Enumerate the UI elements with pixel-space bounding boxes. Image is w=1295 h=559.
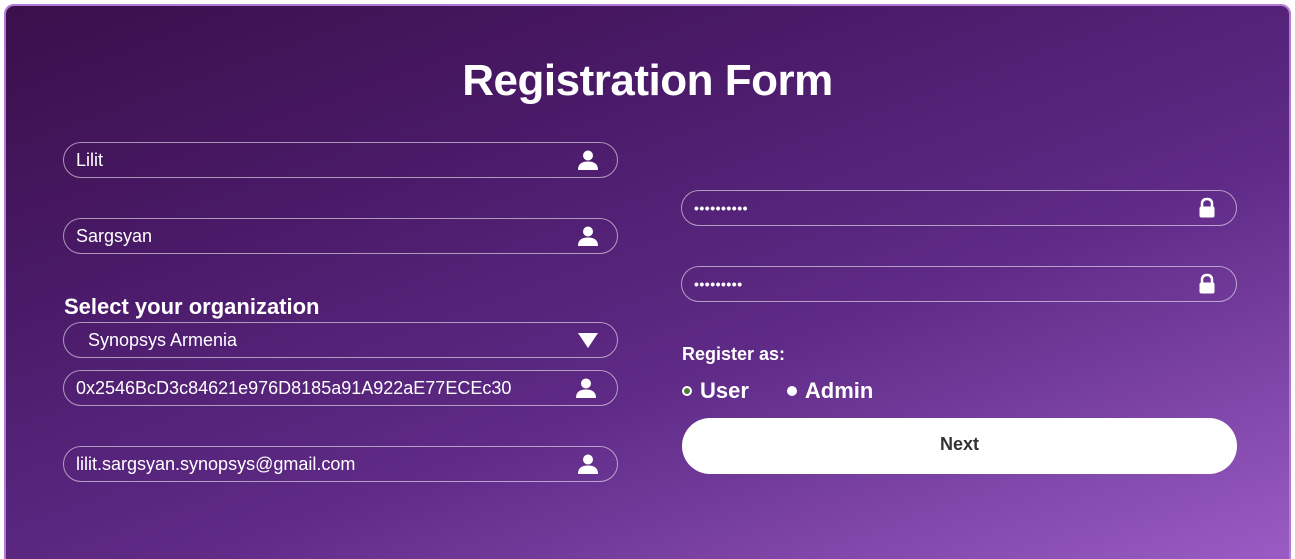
caret-down-icon[interactable] xyxy=(577,329,599,351)
password-field[interactable]: •••••••••• xyxy=(681,190,1237,226)
radio-user[interactable]: User xyxy=(682,378,749,404)
organization-label: Select your organization xyxy=(64,294,320,319)
register-as-label: Register as: xyxy=(682,344,786,364)
lock-icon xyxy=(1199,197,1215,218)
email-value: lilit.sargsyan.synopsys@gmail.com xyxy=(76,453,356,474)
radio-admin-label: Admin xyxy=(804,378,874,403)
user-icon xyxy=(578,226,598,246)
confirm-password-field[interactable]: ••••••••• xyxy=(681,266,1237,302)
page-title: Registration Form xyxy=(462,56,833,105)
radio-user-indicator[interactable] xyxy=(682,386,692,396)
user-icon xyxy=(578,454,598,474)
next-button[interactable]: Next xyxy=(682,418,1237,474)
organization-selected-value: Synopsys Armenia xyxy=(88,329,238,350)
radio-user-label: User xyxy=(700,378,749,403)
last-name-field[interactable]: Sargsyan xyxy=(63,218,618,254)
email-field[interactable]: lilit.sargsyan.synopsys@gmail.com xyxy=(63,446,618,482)
user-icon xyxy=(578,150,598,170)
register-as-radio-group: User Admin xyxy=(682,378,911,404)
first-name-field[interactable]: Lilit xyxy=(63,142,618,178)
user-icon xyxy=(576,378,596,398)
wallet-address-value: 0x2546BcD3c84621e976D8185a91A922aE77ECEc… xyxy=(76,377,512,398)
first-name-value: Lilit xyxy=(76,149,104,170)
last-name-value: Sargsyan xyxy=(76,225,153,246)
organization-select[interactable]: Synopsys Armenia xyxy=(63,322,618,358)
confirm-password-masked-value: ••••••••• xyxy=(694,276,743,292)
wallet-address-field[interactable]: 0x2546BcD3c84621e976D8185a91A922aE77ECEc… xyxy=(63,370,618,406)
radio-admin[interactable]: Admin xyxy=(786,378,874,404)
lock-icon xyxy=(1199,273,1215,294)
password-masked-value: •••••••••• xyxy=(694,200,749,216)
registration-panel: Registration Form Lilit Sargsyan Select … xyxy=(6,6,1289,559)
radio-admin-indicator[interactable] xyxy=(786,386,797,396)
